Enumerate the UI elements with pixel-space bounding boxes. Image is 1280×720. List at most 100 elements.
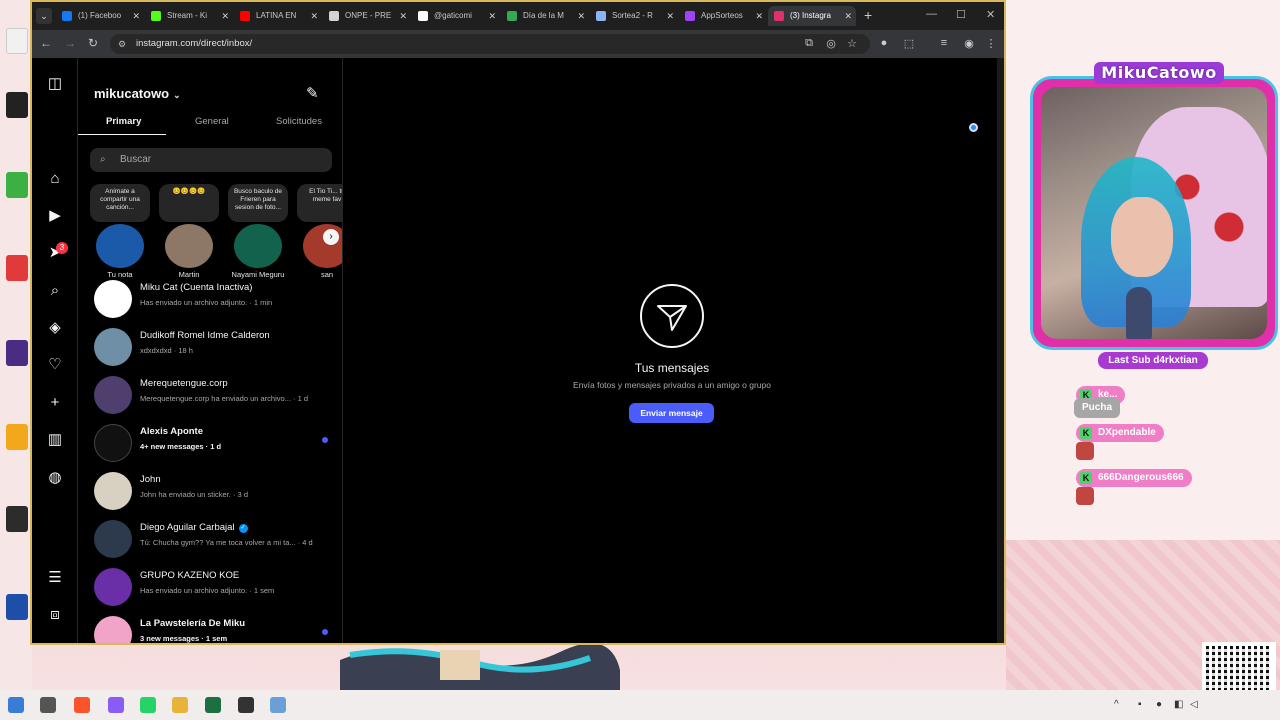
desktop-icon-paper[interactable] <box>6 28 28 54</box>
extension-icon[interactable]: ● <box>877 37 891 49</box>
page-scrollbar[interactable] <box>997 58 1004 643</box>
last-sub-label: Last Sub <box>1108 355 1151 366</box>
reload-icon[interactable]: ↻ <box>85 36 101 50</box>
profile-icon[interactable]: ◍ <box>45 468 65 488</box>
chevron-right-icon[interactable]: › <box>323 229 339 245</box>
browser-tab-active[interactable]: (3) Instagra ✕ <box>768 6 856 26</box>
tab-label: ONPE - PRE <box>345 11 392 20</box>
close-window-icon[interactable]: ✕ <box>986 8 995 21</box>
network-icon[interactable]: ◧ <box>1174 699 1183 710</box>
dashboard-icon[interactable]: ▥ <box>45 430 65 450</box>
notepad-icon[interactable] <box>270 697 286 713</box>
desktop-icon-app[interactable] <box>6 92 28 118</box>
thread-row[interactable]: Alexis Aponte 4+ new messages · 1 d <box>78 420 342 468</box>
new-tab-button[interactable]: + <box>864 7 872 23</box>
search-icon[interactable]: ⌕ <box>45 281 65 301</box>
browser-tab[interactable]: (1) Faceboo ✕ <box>56 6 144 26</box>
close-tab-icon[interactable]: ✕ <box>221 6 229 26</box>
close-tab-icon[interactable]: ✕ <box>132 6 140 26</box>
paper-plane-icon <box>657 305 687 331</box>
avatar <box>94 424 132 462</box>
close-tab-icon[interactable]: ✕ <box>666 6 674 26</box>
more-menu-icon[interactable]: ☰ <box>45 568 65 588</box>
chat-message: Pucha <box>1074 398 1121 418</box>
tray-chevron-icon[interactable]: ^ <box>1114 699 1119 710</box>
close-tab-icon[interactable]: ✕ <box>844 6 852 26</box>
tab-label: (3) Instagra <box>790 11 831 20</box>
avatar <box>94 520 132 558</box>
maximize-icon[interactable]: ☐ <box>956 8 966 21</box>
menu-kebab-icon[interactable]: ⋮ <box>984 37 998 50</box>
volume-icon[interactable]: ◁ <box>1190 699 1198 710</box>
chrome-icon[interactable] <box>172 697 188 713</box>
unread-dot <box>322 629 328 635</box>
back-icon[interactable]: ← <box>38 36 54 50</box>
whatsapp-icon[interactable] <box>140 697 156 713</box>
heart-icon[interactable]: ♡ <box>45 355 65 375</box>
thread-row[interactable]: John John ha enviado un sticker. · 3 d <box>78 468 342 516</box>
desktop-icon-other[interactable] <box>6 594 28 620</box>
site-info-icon[interactable]: ⚙ <box>118 34 126 54</box>
instagram-logo-icon[interactable]: ◫ <box>45 74 65 94</box>
close-tab-icon[interactable]: ✕ <box>399 6 407 26</box>
incognito-icon[interactable]: ◎ <box>824 37 838 50</box>
close-tab-icon[interactable]: ✕ <box>755 6 763 26</box>
tab-strip: ⌄ (1) Faceboo ✕ Stream - Ki ✕ LATINA EN ✕ O… <box>32 2 1004 30</box>
chat-user-row: K DXpendable <box>1076 424 1164 442</box>
minimize-icon[interactable]: — <box>926 8 937 20</box>
microphone-icon[interactable]: ● <box>1156 699 1162 710</box>
thread-row[interactable]: GRUPO KAZENO KOE Has enviado un archivo … <box>78 564 342 612</box>
close-tab-icon[interactable]: ✕ <box>577 6 585 26</box>
thread-row[interactable]: La Pawstelería De Miku 3 new messages · … <box>78 612 342 643</box>
tab-primary[interactable]: Primary <box>106 116 141 127</box>
desktop-icon-corel-2[interactable] <box>6 340 28 366</box>
search-icon: ⌕ <box>100 154 106 165</box>
messenger-icon[interactable] <box>108 697 124 713</box>
search-input[interactable]: ⌕ Buscar <box>90 148 332 172</box>
browser-tab[interactable]: Sortea2 - R ✕ <box>590 6 678 26</box>
thread-row[interactable]: Diego Aguilar Carbajal ✓ Tú: Chucha gym??… <box>78 516 342 564</box>
compose-icon[interactable]: ✎ <box>306 84 319 102</box>
send-message-button[interactable]: Enviar mensaje <box>629 403 714 423</box>
media-icon[interactable]: ≡ <box>937 37 951 49</box>
task-view-icon[interactable] <box>40 697 56 713</box>
desktop-icon-corel[interactable] <box>6 172 28 198</box>
thread-name: Alexis Aponte <box>140 426 203 437</box>
windows-start-icon[interactable] <box>8 697 24 713</box>
tab-general[interactable]: General <box>195 116 229 127</box>
browser-tab[interactable]: ONPE - PRE ✕ <box>323 6 411 26</box>
puzzle-icon[interactable]: ⬚ <box>902 37 916 50</box>
threads-app-icon[interactable]: ⧈ <box>45 605 65 625</box>
bookmark-star-icon[interactable]: ☆ <box>845 37 859 50</box>
browser-tab[interactable]: @gaticomi ✕ <box>412 6 500 26</box>
tab-search-button[interactable]: ⌄ <box>36 8 52 24</box>
thread-row[interactable]: Dudikoff Romel Idme Calderon xdxdxdxd · … <box>78 324 342 372</box>
cast-icon[interactable]: ⧉ <box>802 37 816 50</box>
account-switcher[interactable]: mikucatowo ⌄ <box>94 86 181 101</box>
brave-icon[interactable] <box>74 697 90 713</box>
desktop-icon-bluestacks[interactable] <box>6 506 28 532</box>
desktop-icon-photo[interactable] <box>6 255 28 281</box>
tray-app-icon[interactable]: ▪ <box>1138 699 1142 710</box>
browser-tab[interactable]: Stream - Ki ✕ <box>145 6 233 26</box>
home-icon[interactable]: ⌂ <box>45 169 65 189</box>
explore-icon[interactable]: ◈ <box>45 318 65 338</box>
excel-icon[interactable] <box>205 697 221 713</box>
browser-tab[interactable]: AppSorteos ✕ <box>679 6 767 26</box>
thread-row[interactable]: Miku Cat (Cuenta Inactiva) Has enviado u… <box>78 276 342 324</box>
create-icon[interactable]: + <box>45 393 65 413</box>
inbox-panel: mikucatowo ⌄ ✎ Primary General Solicitude… <box>78 58 343 643</box>
browser-tab[interactable]: LATINA EN ✕ <box>234 6 322 26</box>
forward-icon[interactable]: → <box>62 36 78 50</box>
profile-avatar-icon[interactable]: ◉ <box>962 37 976 50</box>
browser-tab[interactable]: Día de la M ✕ <box>501 6 589 26</box>
address-bar[interactable]: ⚙ instagram.com/direct/inbox/ <box>110 34 870 54</box>
reels-icon[interactable]: ▶ <box>45 206 65 226</box>
obs-icon[interactable] <box>238 697 254 713</box>
desktop-icon-corel-3[interactable] <box>6 424 28 450</box>
thread-row[interactable]: Merequetengue.corp Merequetengue.corp ha… <box>78 372 342 420</box>
close-tab-icon[interactable]: ✕ <box>310 6 318 26</box>
empty-state-subtitle: Envía fotos y mensajes privados a un ami… <box>573 380 771 390</box>
close-tab-icon[interactable]: ✕ <box>488 6 496 26</box>
tab-solicitudes[interactable]: Solicitudes <box>276 116 322 127</box>
